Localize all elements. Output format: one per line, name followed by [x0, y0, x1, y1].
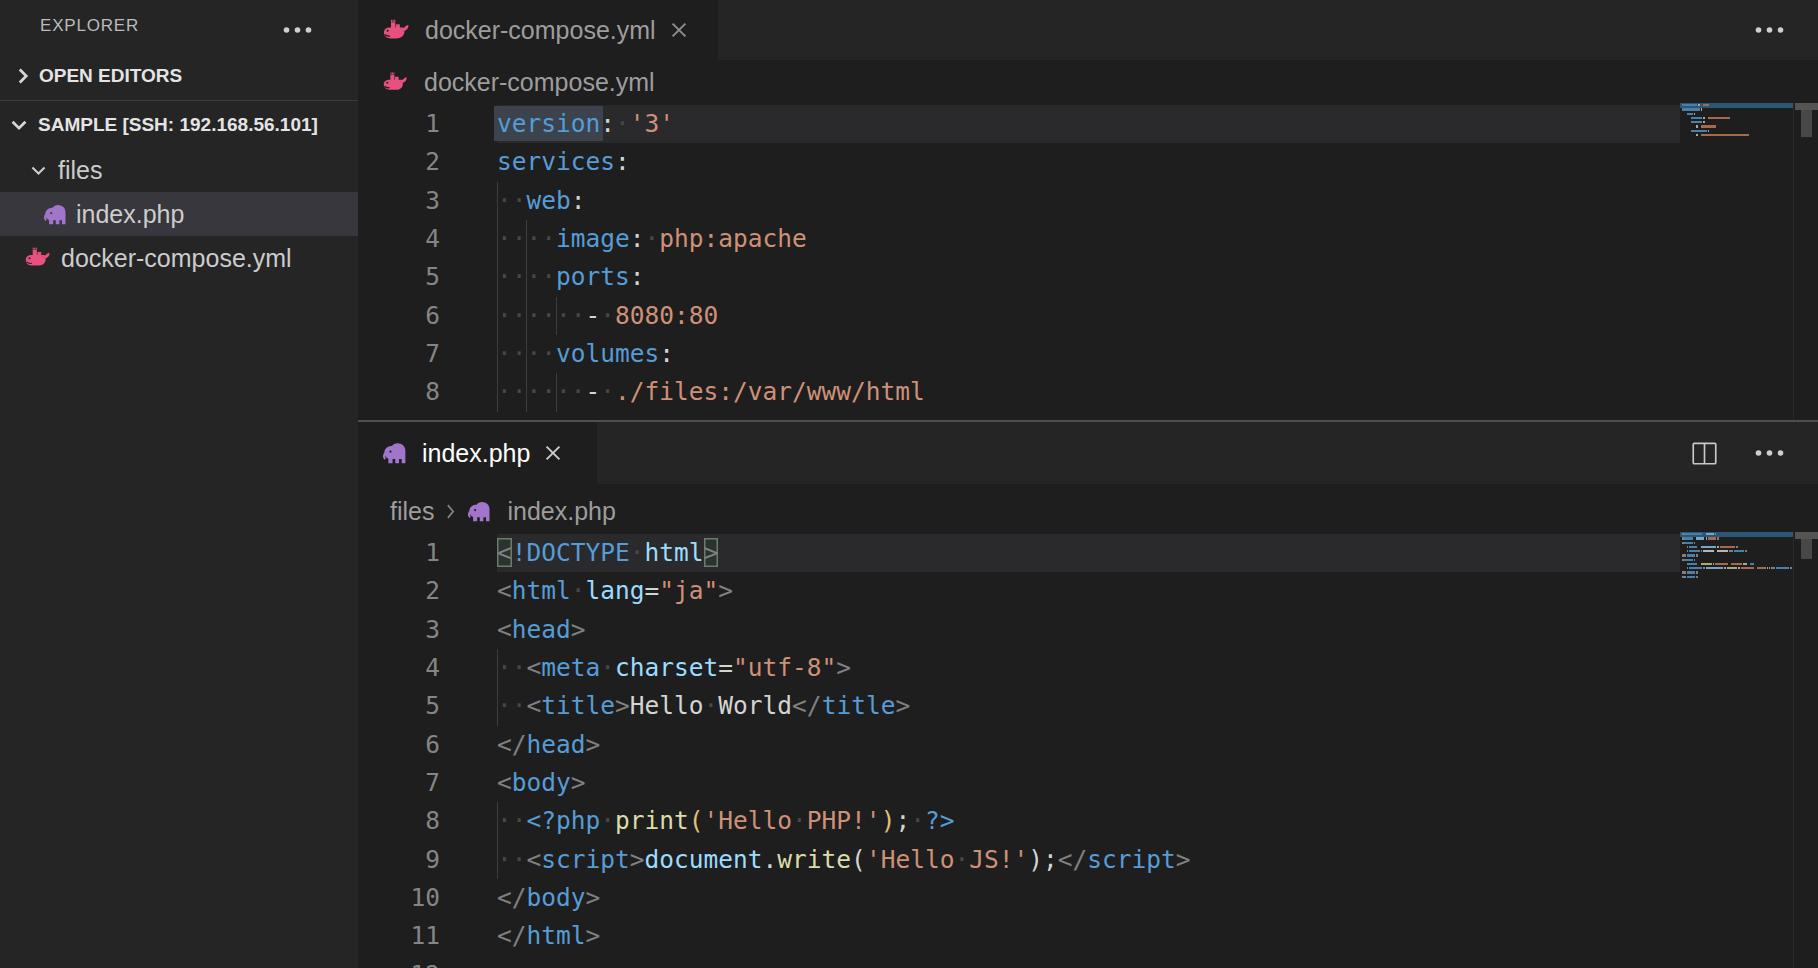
- code-line-1: 1version:·'3': [358, 105, 1818, 143]
- code-line-7: 7<body>: [358, 764, 1818, 802]
- code-line-10: 10</body>: [358, 879, 1818, 917]
- editor-split-sash[interactable]: [358, 420, 1818, 422]
- editor-group-top: docker-compose.yml docker-compose.yml 1ver…: [358, 0, 1818, 420]
- chevron-down-icon: [30, 162, 47, 179]
- explorer-more-actions[interactable]: [283, 20, 313, 38]
- code-line-2: 2services:: [358, 143, 1818, 181]
- code-line-3: 3<head>: [358, 611, 1818, 649]
- breadcrumb-item[interactable]: index.php: [507, 497, 615, 526]
- explorer-title: EXPLORER: [40, 0, 139, 52]
- scrollbar[interactable]: [1793, 532, 1818, 968]
- more-actions-icon[interactable]: [1755, 26, 1785, 34]
- minimap[interactable]: [1680, 532, 1793, 622]
- explorer-sidebar: EXPLORER OPEN EDITORS SAMPLE [SSH: 192.16…: [0, 0, 358, 968]
- breadcrumb-separator-icon: [446, 503, 455, 520]
- split-editor-icon[interactable]: [1692, 442, 1717, 465]
- code-editor[interactable]: 1<!DOCTYPE·html>2<html·lang="ja">3<head>…: [358, 534, 1818, 968]
- code-line-6: 6</head>: [358, 726, 1818, 764]
- tab-label: docker-compose.yml: [425, 16, 656, 45]
- tree-item-index-php[interactable]: index.php: [0, 192, 358, 236]
- section-label: SAMPLE [SSH: 192.168.56.101]: [38, 114, 318, 136]
- code-line-4: 4··<meta·charset="utf-8">: [358, 649, 1818, 687]
- code-line-5: 5··<title>Hello·World</title>: [358, 687, 1818, 725]
- code-line-9: 9··<script>document.write('Hello·JS!');<…: [358, 841, 1818, 879]
- tab-close-icon[interactable]: [544, 444, 562, 462]
- breadcrumb-item[interactable]: files: [390, 497, 434, 526]
- tree-item-files[interactable]: files: [0, 148, 358, 192]
- scrollbar[interactable]: [1793, 103, 1818, 420]
- tab-label: index.php: [422, 439, 530, 468]
- code-line-12: 12: [358, 956, 1818, 968]
- php-icon: [382, 441, 409, 465]
- tab-index-php[interactable]: index.php: [358, 422, 597, 484]
- code-editor[interactable]: 1version:·'3'2services:3··web:4····image…: [358, 105, 1818, 420]
- chevron-down-icon: [10, 116, 28, 134]
- tree-item-docker-compose-yml[interactable]: docker-compose.yml: [0, 236, 358, 280]
- code-line-3: 3··web:: [358, 182, 1818, 220]
- docker-icon: [382, 18, 412, 43]
- code-line-9: 9: [358, 412, 1818, 420]
- code-line-4: 4····image:·php:apache: [358, 220, 1818, 258]
- tab-bar: index.php: [358, 422, 1818, 484]
- more-actions-icon: [283, 26, 313, 34]
- section-label: OPEN EDITORS: [39, 65, 182, 87]
- code-line-6: 6······-·8080:80: [358, 297, 1818, 335]
- code-line-1: 1<!DOCTYPE·html>: [358, 534, 1818, 572]
- tree-item-label: index.php: [76, 200, 184, 229]
- tree-item-label: files: [58, 156, 102, 185]
- breadcrumb-item[interactable]: docker-compose.yml: [424, 68, 655, 97]
- code-line-11: 11</html>: [358, 917, 1818, 955]
- docker-icon: [24, 246, 53, 270]
- vscode-window: EXPLORER OPEN EDITORS SAMPLE [SSH: 192.16…: [0, 0, 1818, 968]
- editor-group-bottom: index.php files index.php 1<!DOCTYPE·html>2…: [358, 422, 1818, 968]
- php-icon: [467, 500, 493, 523]
- chevron-right-icon: [14, 67, 32, 85]
- breadcrumbs: docker-compose.yml: [358, 60, 1818, 104]
- php-icon: [43, 203, 69, 226]
- minimap[interactable]: [1680, 103, 1793, 193]
- docker-icon: [382, 71, 410, 94]
- breadcrumbs: files index.php: [358, 484, 1818, 534]
- tab-docker-compose-yml[interactable]: docker-compose.yml: [358, 0, 718, 60]
- code-line-5: 5····ports:: [358, 258, 1818, 296]
- tab-bar: docker-compose.yml: [358, 0, 1818, 60]
- code-line-8: 8······-·./files:/var/www/html: [358, 373, 1818, 411]
- sidebar-section-open-editors[interactable]: OPEN EDITORS: [0, 52, 358, 100]
- sidebar-section-sample-ssh-192-168-56-101[interactable]: SAMPLE [SSH: 192.168.56.101]: [0, 101, 358, 148]
- code-line-2: 2<html·lang="ja">: [358, 572, 1818, 610]
- code-line-8: 8··<?php·print('Hello·PHP!');·?>: [358, 802, 1818, 840]
- tree-item-label: docker-compose.yml: [61, 244, 292, 273]
- tab-close-icon[interactable]: [670, 21, 688, 39]
- more-actions-icon[interactable]: [1755, 449, 1785, 457]
- code-line-7: 7····volumes:: [358, 335, 1818, 373]
